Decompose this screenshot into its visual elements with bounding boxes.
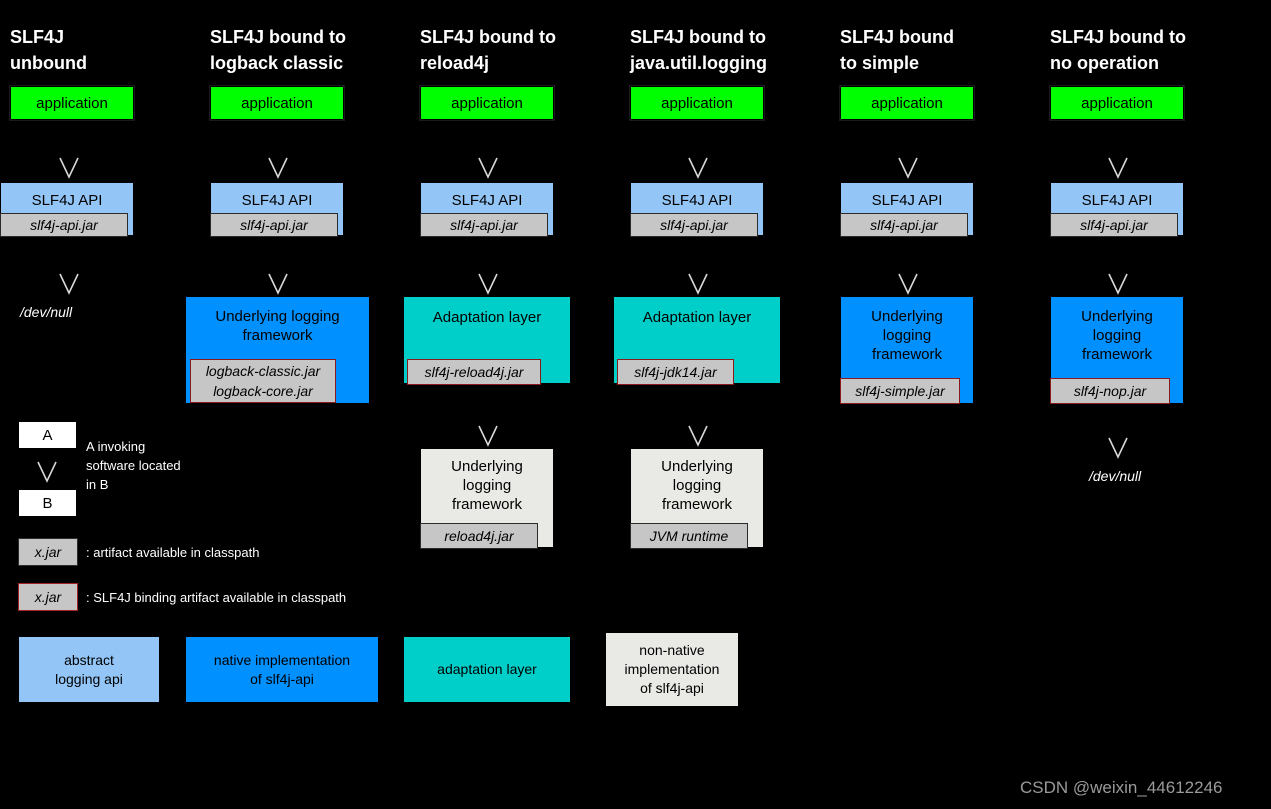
arrow-down-icon <box>1107 436 1129 460</box>
underlying-framework-box-simple: Underlying logging framework slf4j-simpl… <box>840 296 974 404</box>
arrow-down-icon <box>477 424 499 448</box>
underlying-framework-label: Underlying logging framework <box>871 308 943 363</box>
column-title-nop: SLF4J bound to no operation <box>1050 27 1186 73</box>
application-label: application <box>451 94 523 112</box>
diagram-canvas: SLF4J unbound application SLF4J API slf4… <box>0 0 1271 809</box>
slf4j-api-box-unbound: SLF4J API slf4j-api.jar <box>0 182 134 237</box>
slf4j-api-box-simple: SLF4J API slf4j-api.jar <box>840 182 974 237</box>
application-box-reload4j: application <box>420 86 554 120</box>
column-title-reload4j: SLF4J bound to reload4j <box>420 27 556 73</box>
color-key-non-native-implementation: non-native implementation of slf4j-api <box>605 632 739 707</box>
legend-invocation-description: A invoking software located in B <box>86 439 181 492</box>
slf4j-api-label: SLF4J API <box>451 192 523 209</box>
application-label: application <box>871 94 943 112</box>
arrow-down-icon <box>897 156 919 180</box>
underlying-framework-label: Underlying logging framework <box>215 308 340 344</box>
column-title-jul: SLF4J bound to java.util.logging <box>630 27 768 73</box>
arrow-down-icon <box>687 272 709 296</box>
application-box-jul: application <box>630 86 764 120</box>
arrow-down-icon <box>267 156 289 180</box>
arrow-down-icon <box>1107 156 1129 180</box>
jar-tag-logback: logback-classic.jar logback-core.jar <box>190 359 336 403</box>
color-key-label: abstract logging api <box>55 651 123 687</box>
underlying-framework-box-nop: Underlying logging framework slf4j-nop.j… <box>1050 296 1184 404</box>
arrow-down-icon <box>477 156 499 180</box>
arrow-down-icon <box>58 156 80 180</box>
color-key-label: native implementation of slf4j-api <box>213 651 351 687</box>
legend-swatch-artifact: x.jar <box>18 538 78 566</box>
color-key-label: non-native implementation of slf4j-api <box>624 642 720 696</box>
arrow-down-icon <box>36 460 58 484</box>
legend-swatch-binding-artifact: x.jar <box>18 583 78 611</box>
dev-null-label-unbound: /dev/null <box>20 304 73 320</box>
slf4j-api-box-reload4j: SLF4J API slf4j-api.jar <box>420 182 554 237</box>
legend-box-a-label: A <box>42 426 53 444</box>
application-box-nop: application <box>1050 86 1184 120</box>
arrow-down-icon <box>687 156 709 180</box>
arrow-down-icon <box>477 272 499 296</box>
jar-tag-slf4j-api: slf4j-api.jar <box>0 213 128 237</box>
application-label: application <box>36 94 108 112</box>
jar-tag-slf4j-api: slf4j-api.jar <box>210 213 338 237</box>
slf4j-api-box-logback: SLF4J API slf4j-api.jar <box>210 182 344 237</box>
arrow-down-icon <box>687 424 709 448</box>
arrow-down-icon <box>267 272 289 296</box>
slf4j-api-label: SLF4J API <box>241 192 313 209</box>
color-key-label: adaptation layer <box>437 661 537 677</box>
jar-tag-jvm-runtime: JVM runtime <box>630 523 748 549</box>
application-box-unbound: application <box>10 86 134 120</box>
application-box-simple: application <box>840 86 974 120</box>
column-title-unbound: SLF4J unbound <box>10 27 87 73</box>
underlying-framework-label: Underlying logging framework <box>1081 308 1153 363</box>
jar-tag-slf4j-api: slf4j-api.jar <box>420 213 548 237</box>
slf4j-api-label: SLF4J API <box>31 192 103 209</box>
slf4j-api-label: SLF4J API <box>1081 192 1153 209</box>
legend-box-b-label: B <box>42 494 53 512</box>
legend-box-b: B <box>18 489 77 517</box>
adaptation-layer-label: Adaptation layer <box>642 309 752 326</box>
jar-tag-slf4j-api: slf4j-api.jar <box>1050 213 1178 237</box>
column-title-simple: SLF4J bound to simple <box>840 27 954 73</box>
slf4j-api-box-nop: SLF4J API slf4j-api.jar <box>1050 182 1184 237</box>
legend-artifact-description: : artifact available in classpath <box>86 545 260 560</box>
application-box-logback: application <box>210 86 344 120</box>
jar-tag-slf4j-jdk14: slf4j-jdk14.jar <box>617 359 734 385</box>
jar-tag-slf4j-api: slf4j-api.jar <box>840 213 968 237</box>
arrow-down-icon <box>1107 272 1129 296</box>
color-key-adaptation-layer: adaptation layer <box>403 636 571 703</box>
application-label: application <box>241 94 313 112</box>
arrow-down-icon <box>58 272 80 296</box>
slf4j-api-label: SLF4J API <box>661 192 733 209</box>
jar-tag-slf4j-simple: slf4j-simple.jar <box>840 378 960 404</box>
watermark: CSDN @weixin_44612246 <box>1020 778 1223 797</box>
underlying-framework-box-jul: Underlying logging framework JVM runtime <box>630 448 764 549</box>
color-key-native-implementation: native implementation of slf4j-api <box>185 636 379 703</box>
application-label: application <box>1081 94 1153 112</box>
slf4j-api-label: SLF4J API <box>871 192 943 209</box>
arrow-down-icon <box>897 272 919 296</box>
jar-tag-slf4j-api: slf4j-api.jar <box>630 213 758 237</box>
adaptation-layer-box-jul: Adaptation layer slf4j-jdk14.jar <box>613 296 781 385</box>
adaptation-layer-label: Adaptation layer <box>432 309 542 326</box>
column-title-logback: SLF4J bound to logback classic <box>210 27 346 73</box>
underlying-framework-label: Underlying logging framework <box>451 458 523 513</box>
application-label: application <box>661 94 733 112</box>
underlying-framework-box-logback: Underlying logging framework logback-cla… <box>185 296 370 404</box>
underlying-framework-label: Underlying logging framework <box>661 458 733 513</box>
jar-tag-slf4j-nop: slf4j-nop.jar <box>1050 378 1170 404</box>
jar-tag-slf4j-reload4j: slf4j-reload4j.jar <box>407 359 541 385</box>
legend-binding-artifact-description: : SLF4J binding artifact available in cl… <box>86 590 347 605</box>
slf4j-api-box-jul: SLF4J API slf4j-api.jar <box>630 182 764 237</box>
adaptation-layer-box-reload4j: Adaptation layer slf4j-reload4j.jar <box>403 296 571 385</box>
underlying-framework-box-reload4j: Underlying logging framework reload4j.ja… <box>420 448 554 549</box>
dev-null-label-nop: /dev/null <box>1089 468 1142 484</box>
legend-box-a: A <box>18 421 77 449</box>
color-key-abstract-logging-api: abstract logging api <box>18 636 160 703</box>
